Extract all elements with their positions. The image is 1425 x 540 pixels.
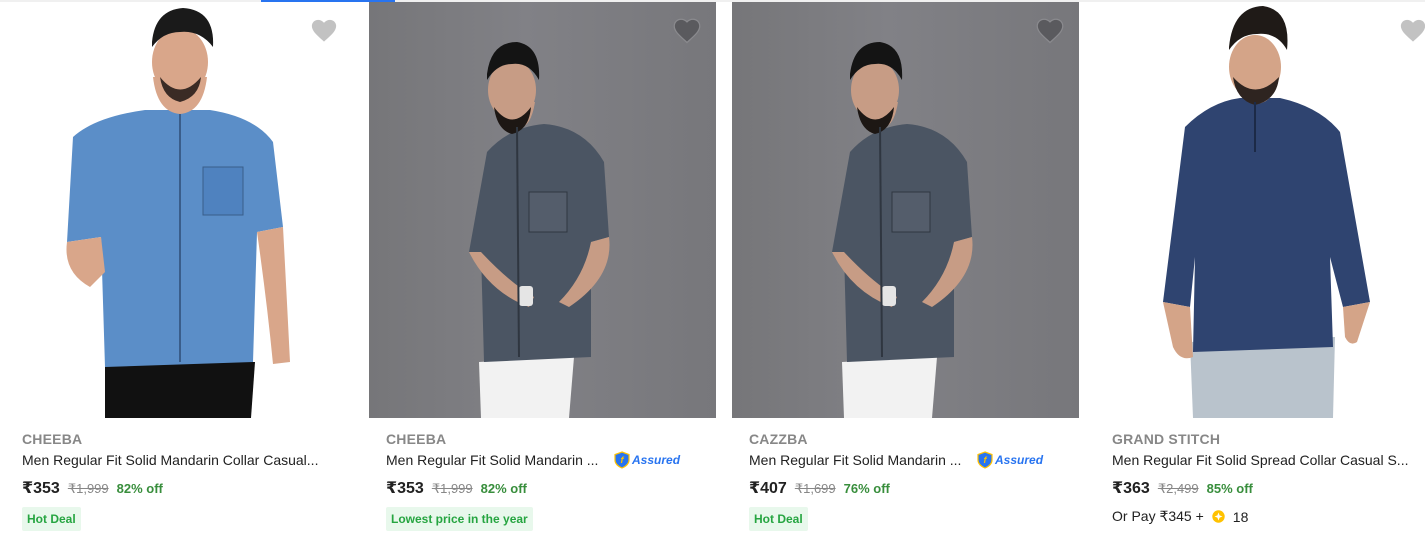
product-card[interactable]: GRAND STITCH Men Regular Fit Solid Sprea… [1095, 2, 1425, 540]
selling-price: ₹363 [1112, 480, 1150, 497]
assured-label: Assured [995, 453, 1044, 467]
product-image[interactable] [369, 2, 716, 418]
brand-name: GRAND STITCH [1112, 431, 1221, 447]
selling-price: ₹353 [22, 480, 60, 497]
product-title[interactable]: Men Regular Fit Solid Mandarin ... [386, 452, 611, 468]
product-image[interactable] [732, 2, 1079, 418]
supercoin-icon [1212, 510, 1225, 523]
deal-badge: Hot Deal [22, 507, 81, 531]
original-price: ₹1,999 [67, 481, 109, 496]
shield-icon: f [614, 451, 630, 469]
discount-percent: 82% off [480, 481, 527, 496]
supercoin-offer: Or Pay ₹345 + 18 [1112, 508, 1248, 525]
wishlist-heart-icon[interactable] [309, 16, 339, 44]
original-price: ₹2,499 [1157, 481, 1199, 496]
brand-name: CHEEBA [22, 431, 83, 447]
wishlist-heart-icon[interactable] [1035, 16, 1065, 44]
original-price: ₹1,999 [431, 481, 473, 496]
assured-label: Assured [632, 453, 681, 467]
shield-icon: f [977, 451, 993, 469]
discount-percent: 76% off [843, 481, 890, 496]
selling-price: ₹407 [749, 480, 787, 497]
product-card[interactable]: CAZZBA Men Regular Fit Solid Mandarin ..… [732, 2, 1079, 540]
product-card[interactable]: CHEEBA Men Regular Fit Solid Mandarin ..… [369, 2, 716, 540]
product-image[interactable] [5, 2, 352, 418]
assured-badge: f Assured [614, 451, 680, 469]
price-row: ₹407 ₹1,699 76% off [749, 478, 890, 498]
supercoin-count: 18 [1232, 508, 1249, 525]
product-image[interactable] [1095, 2, 1425, 418]
deal-badge: Lowest price in the year [386, 507, 533, 531]
price-row: ₹353 ₹1,999 82% off [22, 478, 163, 498]
product-title[interactable]: Men Regular Fit Solid Spread Collar Casu… [1112, 452, 1420, 468]
product-title[interactable]: Men Regular Fit Solid Mandarin Collar Ca… [22, 452, 337, 468]
price-row: ₹363 ₹2,499 85% off [1112, 478, 1253, 498]
original-price: ₹1,699 [794, 481, 836, 496]
discount-percent: 82% off [116, 481, 163, 496]
price-row: ₹353 ₹1,999 82% off [386, 478, 527, 498]
deal-badge: Hot Deal [749, 507, 808, 531]
or-pay-text: Or Pay ₹345 + [1112, 508, 1204, 524]
brand-name: CHEEBA [386, 431, 447, 447]
wishlist-heart-icon[interactable] [672, 16, 702, 44]
assured-badge: f Assured [977, 451, 1043, 469]
wishlist-heart-icon[interactable] [1398, 16, 1425, 44]
brand-name: CAZZBA [749, 431, 808, 447]
product-card[interactable]: CHEEBA Men Regular Fit Solid Mandarin Co… [5, 2, 352, 540]
selling-price: ₹353 [386, 480, 424, 497]
discount-percent: 85% off [1206, 481, 1253, 496]
product-title[interactable]: Men Regular Fit Solid Mandarin ... [749, 452, 974, 468]
